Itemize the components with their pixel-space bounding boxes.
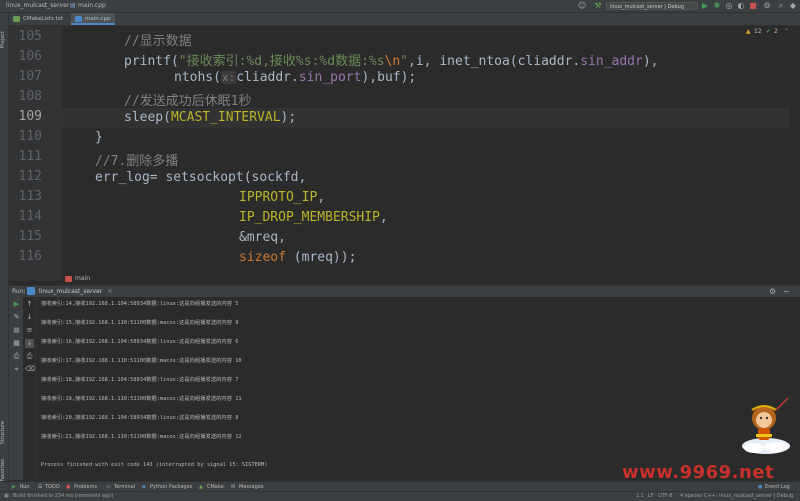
code-line-112: err_log= setsockopt(sockfd, xyxy=(95,170,307,185)
line-number: 111 xyxy=(18,149,42,164)
check-count: 2 xyxy=(774,28,778,35)
exit-message: Process finished with exit code 143 (int… xyxy=(41,462,268,468)
cmake-file-icon xyxy=(13,16,20,22)
line-number: 108 xyxy=(18,89,42,104)
user-icon[interactable]: ☺ xyxy=(577,1,587,11)
run-config-selector[interactable]: linux_mulcast_server | Debug xyxy=(606,2,698,10)
title-bar: linux_mulcast_server ▤ main.cpp ☺ ⚒ linu… xyxy=(0,0,800,13)
structure-tool-button[interactable]: Structure xyxy=(0,421,8,444)
console-line: 接收索引:21,接收192.168.1.110:51100数据:macos:这是… xyxy=(41,434,242,440)
run-config-icon xyxy=(27,287,35,295)
line-number: 114 xyxy=(18,209,42,224)
editor-tab-bar: CMakeLists.txt main.cpp xyxy=(9,13,800,26)
project-breadcrumb[interactable]: linux_mulcast_server xyxy=(6,0,69,12)
console-line: 接收索引:14,接收192.168.1.104:58934数据:linux:这是… xyxy=(41,301,239,307)
code-line-116: sizeof (mreq)); xyxy=(239,250,357,265)
print-console-icon[interactable]: ⎙ xyxy=(25,352,34,361)
search-icon[interactable]: ⌕ xyxy=(776,1,786,11)
line-number: 106 xyxy=(18,49,42,64)
tab-main-cpp[interactable]: main.cpp xyxy=(71,13,115,25)
line-number: 110 xyxy=(18,129,42,144)
plugins-icon[interactable]: ◆ xyxy=(788,1,798,11)
favorites-tool-button[interactable]: Favorites xyxy=(0,459,8,482)
code-line-108: //发送成功后休眠1秒 xyxy=(124,94,252,109)
parameter-hint: x: xyxy=(220,71,237,84)
trash-icon[interactable]: ⌫ xyxy=(25,365,35,374)
check-icon[interactable]: ✔ xyxy=(766,28,771,35)
print-icon[interactable]: ⎙ xyxy=(12,352,21,361)
code-line-115: &mreq, xyxy=(239,230,286,245)
warning-icon[interactable]: ▲ xyxy=(746,28,751,35)
code-line-111: //7.删除多播 xyxy=(95,154,179,169)
monkey-mascot-image xyxy=(742,397,790,454)
line-number: 107 xyxy=(18,69,42,84)
stop-icon[interactable]: ■ xyxy=(12,326,21,335)
code-line-114: IP_DROP_MEMBERSHIP, xyxy=(239,210,388,225)
layout-icon[interactable]: ▦ xyxy=(12,339,21,348)
tab-label: main.cpp xyxy=(85,16,111,22)
expand-icon[interactable]: ⌃ xyxy=(784,28,789,35)
rerun-icon[interactable]: ▶ xyxy=(12,300,21,309)
code-line-105: //显示数据 xyxy=(124,34,192,49)
profile-icon[interactable]: ◐ xyxy=(736,1,746,11)
function-icon xyxy=(65,275,72,282)
run-toolbar: ▶ ✎ ■ ▦ ⎙ ⌖ xyxy=(9,297,24,480)
code-line-106: printf("接收索引:%d,接收%s:%d数据:%s\n",i, inet_… xyxy=(124,54,659,69)
console-line: 接收索引:16,接收192.168.1.104:58934数据:linux:这是… xyxy=(41,339,239,345)
left-tool-strip: Project Structure Favorites xyxy=(0,13,9,488)
run-tab-label[interactable]: linux_mulcast_server xyxy=(39,286,102,297)
console-line: 接收索引:19,接收192.168.1.110:51100数据:macos:这是… xyxy=(41,396,242,402)
scroll-down-icon[interactable]: ↓ xyxy=(25,313,34,322)
soft-wrap-icon[interactable]: ≡ xyxy=(25,326,34,335)
console-toolbar: ↑ ↓ ≡ ⇣ ⎙ ⌫ xyxy=(23,297,36,480)
watermark-text: www.9969.net xyxy=(622,462,775,483)
function-breadcrumb[interactable]: main xyxy=(62,274,362,284)
line-number: 116 xyxy=(18,249,42,264)
scroll-up-icon[interactable]: ↑ xyxy=(25,300,34,309)
line-number: 112 xyxy=(18,169,42,184)
line-number-current: 109 xyxy=(18,109,42,124)
line-number: 115 xyxy=(18,229,42,244)
debug-icon[interactable]: ✱ xyxy=(712,1,722,11)
tab-label: CMakeLists.txt xyxy=(23,16,64,22)
tab-cmakelists[interactable]: CMakeLists.txt xyxy=(9,13,71,25)
build-hammer-icon[interactable]: ⚒ xyxy=(593,1,603,11)
line-number: 105 xyxy=(18,29,42,44)
code-line-110: } xyxy=(95,130,103,145)
scroll-to-end-icon[interactable]: ⇣ xyxy=(25,339,34,348)
cpp-file-icon xyxy=(75,16,82,22)
code-line-107: ntohs(x:cliaddr.sin_port),buf); xyxy=(174,70,417,85)
file-icon: ▤ xyxy=(70,2,76,9)
code-line-109: sleep(MCAST_INTERVAL); xyxy=(124,110,297,125)
console-line: 接收索引:20,接收192.168.1.104:58934数据:linux:这是… xyxy=(41,415,239,421)
project-tool-button[interactable]: Project xyxy=(0,31,8,48)
coverage-icon[interactable]: ◎ xyxy=(724,1,734,11)
console-line: 接收索引:17,接收192.168.1.110:51100数据:macos:这是… xyxy=(41,358,242,364)
gear-icon[interactable]: ⚙ xyxy=(769,286,776,297)
stop-icon[interactable]: ■ xyxy=(748,1,758,11)
console-line: 接收索引:18,接收192.168.1.104:58934数据:linux:这是… xyxy=(41,377,239,383)
run-panel-title: Run: xyxy=(12,288,26,295)
file-breadcrumb[interactable]: main.cpp xyxy=(78,0,106,12)
run-icon[interactable]: ▶ xyxy=(700,1,710,11)
warning-count: 12 xyxy=(754,28,762,35)
pin-icon[interactable]: ⌖ xyxy=(12,365,21,374)
hide-icon[interactable]: − xyxy=(783,286,790,297)
code-editor[interactable]: ▲ 12 ✔ 2 ⌃ //显示数据 printf("接收索引:%d,接收%s:%… xyxy=(62,26,790,281)
code-line-113: IPPROTO_IP, xyxy=(239,190,326,205)
console-line: 接收索引:15,接收192.168.1.110:51100数据:macos:这是… xyxy=(41,320,239,326)
line-number-gutter[interactable]: 105 106 107 108 109 110 111 112 113 114 … xyxy=(9,26,62,281)
wrench-icon[interactable]: ✎ xyxy=(12,313,21,322)
run-console[interactable]: 接收索引:14,接收192.168.1.104:58934数据:linux:这是… xyxy=(36,297,800,480)
settings-icon[interactable]: ⚙ xyxy=(762,1,772,11)
line-number: 113 xyxy=(18,189,42,204)
close-icon[interactable]: × xyxy=(107,286,113,297)
